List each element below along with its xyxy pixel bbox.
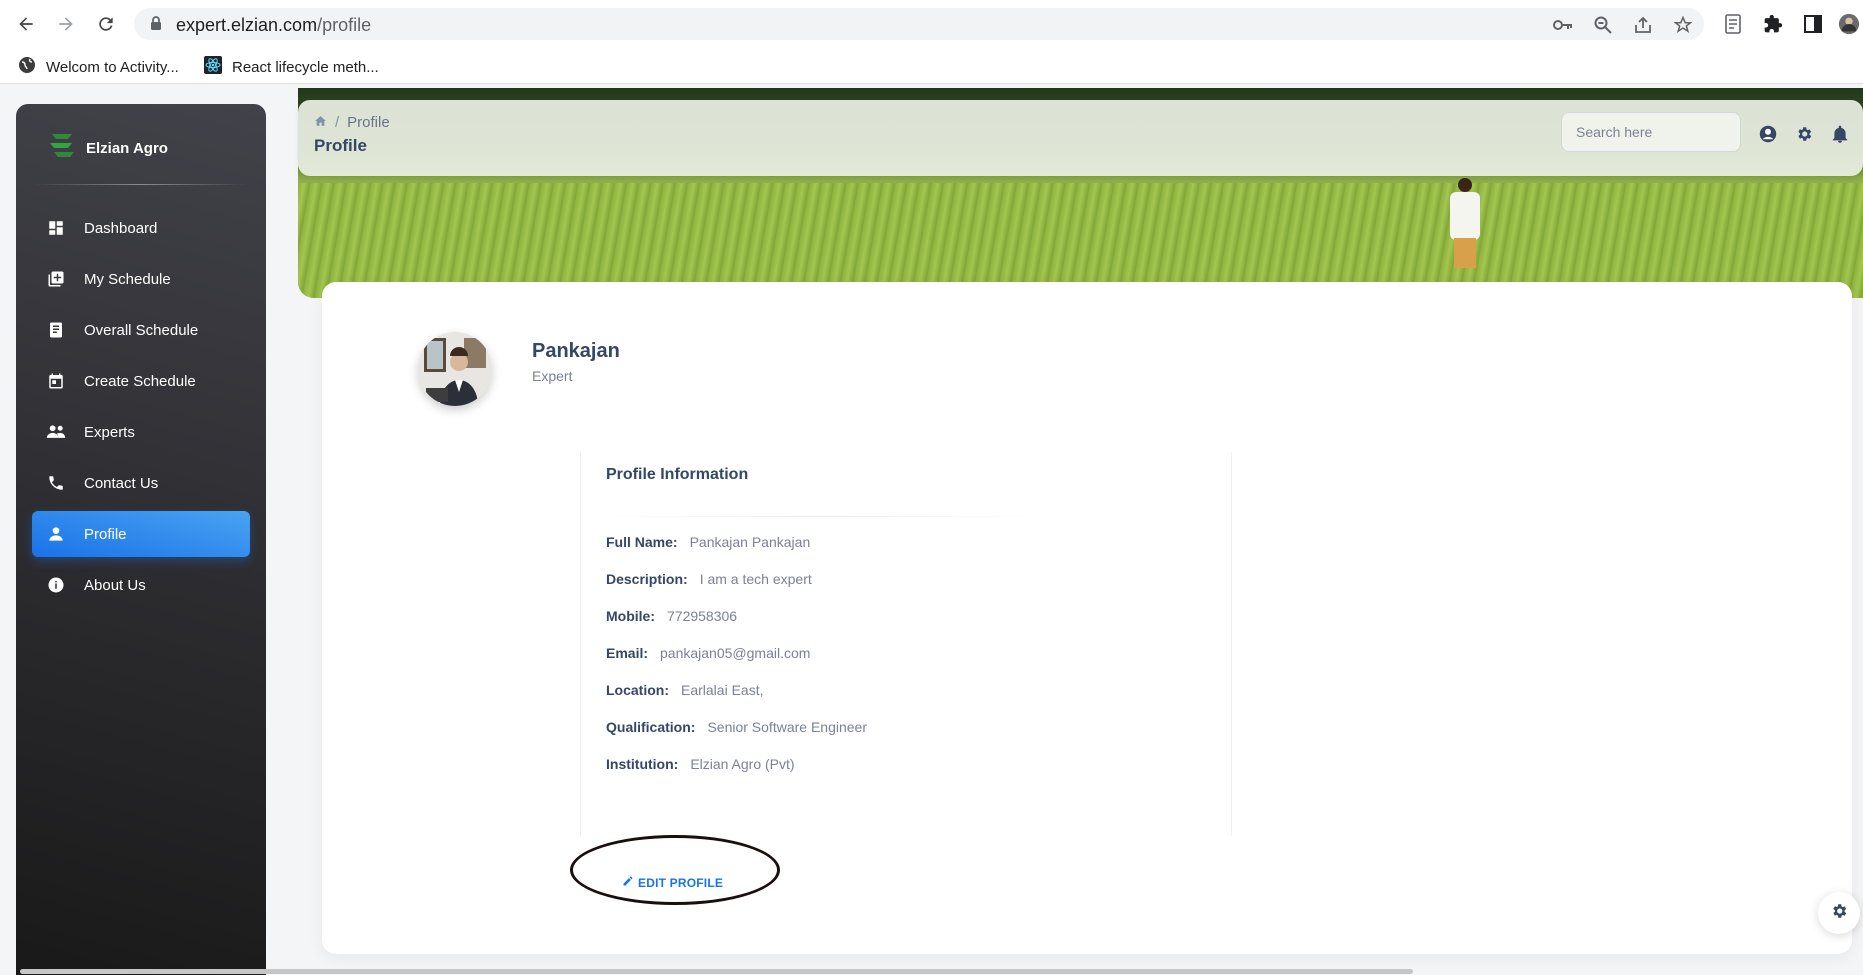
pencil-icon xyxy=(622,875,634,890)
info-icon xyxy=(46,575,66,595)
profile-role: Expert xyxy=(532,368,573,384)
home-icon[interactable] xyxy=(314,114,327,131)
section-title: Profile Information xyxy=(606,466,749,483)
page-title: Profile xyxy=(314,136,367,155)
profile-name: Pankajan xyxy=(532,340,620,362)
person-icon xyxy=(46,524,66,544)
people-icon xyxy=(46,422,66,442)
sidebar: Elzian Agro Dashboard My Schedule Overal… xyxy=(16,104,266,975)
info-row-full-name: Full Name: Pankajan Pankajan xyxy=(606,534,811,550)
breadcrumb-current: Profile xyxy=(347,114,390,131)
dashboard-icon xyxy=(46,218,66,238)
document-icon[interactable] xyxy=(1722,13,1744,35)
page-content: / Profile Profile Elzian Agro Dashboard xyxy=(0,84,1863,975)
address-bar[interactable]: expert.elzian.com/profile xyxy=(134,8,1704,40)
brand-name: Elzian Agro xyxy=(86,140,168,157)
phone-icon xyxy=(46,473,66,493)
sidebar-item-overall-schedule[interactable]: Overall Schedule xyxy=(32,307,250,353)
account-icon[interactable] xyxy=(1758,124,1778,144)
avatar xyxy=(418,332,492,406)
annotation-ellipse xyxy=(570,835,780,905)
avatar-icon[interactable] xyxy=(1838,13,1860,35)
calendar-icon xyxy=(46,371,66,391)
share-icon[interactable] xyxy=(1632,14,1654,36)
info-row-qualification: Qualification: Senior Software Engineer xyxy=(606,719,867,735)
globe-icon xyxy=(18,56,36,78)
sidebar-item-experts[interactable]: Experts xyxy=(32,409,250,455)
search-input[interactable] xyxy=(1562,113,1740,151)
search-field[interactable] xyxy=(1561,112,1741,152)
sidebar-item-my-schedule[interactable]: My Schedule xyxy=(32,256,250,302)
brand-logo-icon xyxy=(48,132,78,165)
sidepanel-icon[interactable] xyxy=(1802,13,1824,35)
lock-icon xyxy=(150,16,162,36)
forward-icon[interactable] xyxy=(54,12,78,36)
settings-icon xyxy=(1830,902,1848,925)
react-icon xyxy=(204,56,222,78)
sidebar-item-profile[interactable]: Profile xyxy=(32,511,250,557)
info-row-location: Location: Earlalai East, xyxy=(606,682,764,698)
bookmarks-bar: Welcom to Activity... React lifecycle me… xyxy=(0,48,1863,84)
back-icon[interactable] xyxy=(14,12,38,36)
profile-card: Pankajan Expert Profile Information Full… xyxy=(322,282,1852,954)
url-text: expert.elzian.com/profile xyxy=(176,15,372,35)
browser-toolbar: expert.elzian.com/profile xyxy=(0,0,1863,48)
brand[interactable]: Elzian Agro xyxy=(48,132,168,165)
info-row-mobile: Mobile: 772958306 xyxy=(606,608,738,624)
settings-icon[interactable] xyxy=(1794,124,1814,144)
top-navbar: / Profile Profile xyxy=(298,100,1863,176)
info-row-institution: Institution: Elzian Agro (Pvt) xyxy=(606,756,795,772)
star-icon[interactable] xyxy=(1672,14,1694,36)
sidebar-item-about-us[interactable]: About Us xyxy=(32,562,250,608)
profile-info-section: Profile Information Full Name: Pankajan … xyxy=(580,452,1232,836)
reload-icon[interactable] xyxy=(94,12,118,36)
zoom-icon[interactable] xyxy=(1592,14,1614,36)
farmer-figure xyxy=(1448,178,1482,268)
info-row-email: Email: pankajan05@gmail.com xyxy=(606,645,811,661)
horizontal-scrollbar[interactable] xyxy=(20,969,1413,974)
bookmark-item[interactable]: Welcom to Activity... xyxy=(18,56,179,78)
sidebar-item-contact-us[interactable]: Contact Us xyxy=(32,460,250,506)
breadcrumb-separator: / xyxy=(335,114,340,131)
info-row-description: Description: I am a tech expert xyxy=(606,571,812,587)
bookmark-item[interactable]: React lifecycle meth... xyxy=(204,56,379,78)
receipt-icon xyxy=(46,320,66,340)
breadcrumb: / Profile xyxy=(314,114,390,131)
notification-icon[interactable] xyxy=(1830,124,1850,144)
sidebar-divider xyxy=(32,184,250,185)
configurator-button[interactable] xyxy=(1818,892,1860,934)
section-divider xyxy=(601,516,1041,517)
schedule-icon xyxy=(46,269,66,289)
extensions-icon[interactable] xyxy=(1762,13,1784,35)
edit-profile-button[interactable]: EDIT PROFILE xyxy=(622,875,723,890)
sidebar-item-create-schedule[interactable]: Create Schedule xyxy=(32,358,250,404)
key-icon[interactable] xyxy=(1552,14,1574,36)
sidebar-item-dashboard[interactable]: Dashboard xyxy=(32,205,250,251)
